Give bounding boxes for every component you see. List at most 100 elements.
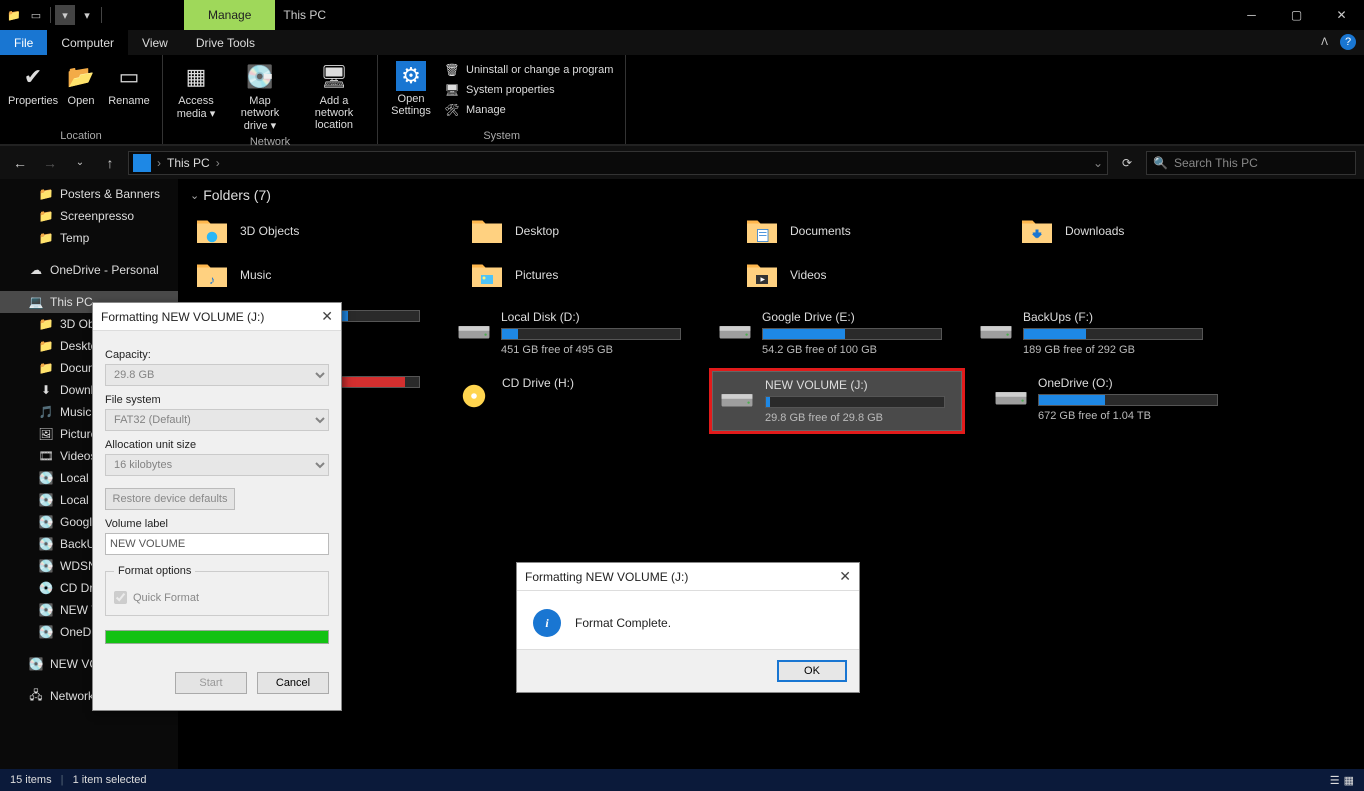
- sidebar-icon: 📁: [38, 338, 54, 354]
- ribbon-open[interactable]: 📂Open: [62, 59, 100, 109]
- sidebar-icon: 💽: [38, 602, 54, 618]
- drive-icon: [978, 310, 1013, 350]
- view-details-icon[interactable]: ☰: [1330, 774, 1340, 787]
- address-dropdown-icon[interactable]: ⌄: [1093, 156, 1103, 170]
- ribbon-add-network[interactable]: 🖥Add a network location: [299, 59, 369, 133]
- sidebar-label: Music: [60, 405, 91, 419]
- capacity-select[interactable]: 29.8 GB: [105, 364, 329, 386]
- ribbon-uninstall[interactable]: 🗑 Uninstall or change a program: [440, 61, 617, 79]
- drive-free-text: 29.8 GB free of 29.8 GB: [765, 412, 955, 424]
- close-button[interactable]: ✕: [1319, 0, 1364, 30]
- restore-defaults-button[interactable]: Restore device defaults: [105, 488, 235, 510]
- drive-usage-bar: [1038, 394, 1218, 406]
- nav-forward[interactable]: →: [38, 151, 62, 175]
- uninstall-icon: 🗑: [444, 62, 460, 78]
- ribbon-properties[interactable]: ✔Properties: [8, 59, 58, 109]
- nav-up[interactable]: ↑: [98, 151, 122, 175]
- sidebar-icon: 📁: [38, 360, 54, 376]
- drive-item[interactable]: BackUps (F:)189 GB free of 292 GB: [973, 305, 1208, 361]
- nav-recent[interactable]: ⌄: [68, 151, 92, 175]
- address-bar[interactable]: › This PC › ⌄: [128, 151, 1108, 175]
- folder-item[interactable]: Desktop: [465, 209, 700, 253]
- fs-select[interactable]: FAT32 (Default): [105, 409, 329, 431]
- qat-dropdown-icon[interactable]: ▾: [55, 5, 75, 25]
- drive-usage-bar: [765, 396, 945, 408]
- sidebar-label: Screenpresso: [60, 209, 134, 223]
- format-progress-bar: [105, 630, 329, 644]
- label: Map network drive ▾: [229, 95, 291, 132]
- folder-icon: [469, 257, 505, 293]
- label: Uninstall or change a program: [466, 64, 613, 76]
- folder-item[interactable]: Videos: [740, 253, 975, 297]
- context-tab-manage[interactable]: Manage: [184, 0, 275, 30]
- drive-free-text: 672 GB free of 1.04 TB: [1038, 410, 1218, 422]
- drive-usage-bar: [1023, 328, 1203, 340]
- sidebar-item[interactable]: 📁Posters & Banners: [0, 183, 178, 205]
- sidebar-icon: 📁: [38, 230, 54, 246]
- sidebar-item[interactable]: ☁OneDrive - Personal: [0, 259, 178, 281]
- search-box[interactable]: 🔍 Search This PC: [1146, 151, 1356, 175]
- view-large-icon[interactable]: ▦: [1344, 774, 1354, 787]
- folder-item[interactable]: Pictures: [465, 253, 700, 297]
- menu-drive-tools[interactable]: Drive Tools: [182, 30, 269, 55]
- menu-file[interactable]: File: [0, 30, 47, 55]
- drive-free-text: 189 GB free of 292 GB: [1023, 344, 1203, 356]
- ribbon-open-settings[interactable]: ⚙Open Settings: [386, 59, 436, 119]
- msgbox-message: Format Complete.: [575, 616, 671, 630]
- ribbon-system-props[interactable]: 🖥System properties: [440, 81, 617, 99]
- settings-icon: ⚙: [396, 61, 426, 91]
- qat-properties-icon[interactable]: ▭: [26, 5, 46, 25]
- folder-item[interactable]: Documents: [740, 209, 975, 253]
- sidebar-item[interactable]: 📁Temp: [0, 227, 178, 249]
- sidebar-label: Videos: [60, 449, 96, 463]
- ribbon-access-media[interactable]: ▦Access media ▾: [171, 59, 221, 122]
- maximize-button[interactable]: ▢: [1274, 0, 1319, 30]
- quick-format-checkbox[interactable]: [114, 591, 127, 604]
- alloc-select[interactable]: 16 kilobytes: [105, 454, 329, 476]
- sidebar-icon: 📁: [38, 186, 54, 202]
- ribbon-group-location: Location: [8, 128, 154, 142]
- folder-item[interactable]: Downloads: [1015, 209, 1250, 253]
- drive-item[interactable]: OneDrive (O:) 672 GB free of 1.04 TB: [988, 371, 1223, 431]
- cancel-button[interactable]: Cancel: [257, 672, 329, 694]
- folders-header[interactable]: Folders (7): [190, 187, 1352, 203]
- drive-icon: [456, 376, 492, 416]
- qat-undo-icon[interactable]: ▾: [77, 5, 97, 25]
- folder-item[interactable]: ♪Music: [190, 253, 425, 297]
- nav-back[interactable]: ←: [8, 151, 32, 175]
- ribbon-manage[interactable]: 🛠Manage: [440, 101, 617, 119]
- ok-button[interactable]: OK: [777, 660, 847, 682]
- format-dialog-close[interactable]: ✕: [321, 308, 333, 325]
- drive-icon: [993, 376, 1028, 416]
- format-dialog: Formatting NEW VOLUME (J:) ✕ Capacity: 2…: [92, 302, 342, 711]
- sidebar-icon: 💿: [38, 580, 54, 596]
- drive-item[interactable]: NEW VOLUME (J:)29.8 GB free of 29.8 GB: [712, 371, 962, 431]
- ribbon-rename[interactable]: ▭Rename: [104, 59, 154, 109]
- collapse-ribbon-icon[interactable]: ᐱ: [1321, 37, 1328, 48]
- drive-free-text: 54.2 GB free of 100 GB: [762, 344, 942, 356]
- menu-computer[interactable]: Computer: [47, 30, 128, 55]
- sidebar-label: This PC: [50, 295, 93, 309]
- explorer-icon: 📁: [4, 5, 24, 25]
- folder-item[interactable]: 3D Objects: [190, 209, 425, 253]
- drive-name: Google Drive (E:): [762, 310, 942, 324]
- label: Open: [68, 95, 95, 107]
- refresh-button[interactable]: ⟳: [1114, 156, 1140, 170]
- message-box: Formatting NEW VOLUME (J:) ✕ i Format Co…: [516, 562, 860, 693]
- volume-label-input[interactable]: [105, 533, 329, 555]
- menu-view[interactable]: View: [128, 30, 182, 55]
- start-button[interactable]: Start: [175, 672, 247, 694]
- ribbon-map-network[interactable]: 💽Map network drive ▾: [225, 59, 295, 134]
- drive-item[interactable]: CD Drive (H:): [451, 371, 686, 431]
- msgbox-close[interactable]: ✕: [839, 568, 851, 585]
- sidebar-item[interactable]: 📁Screenpresso: [0, 205, 178, 227]
- sidebar-icon: 🎞: [38, 448, 54, 464]
- drive-item[interactable]: Google Drive (E:) 54.2 GB free of 100 GB: [712, 305, 947, 361]
- pc-icon: [133, 154, 151, 172]
- drive-item[interactable]: Local Disk (D:)451 GB free of 495 GB: [451, 305, 686, 361]
- sidebar-icon: 💽: [38, 536, 54, 552]
- minimize-button[interactable]: ─: [1229, 0, 1274, 30]
- help-icon[interactable]: ?: [1340, 34, 1356, 50]
- quick-format-label: Quick Format: [133, 592, 199, 604]
- drive-name: OneDrive (O:): [1038, 376, 1218, 390]
